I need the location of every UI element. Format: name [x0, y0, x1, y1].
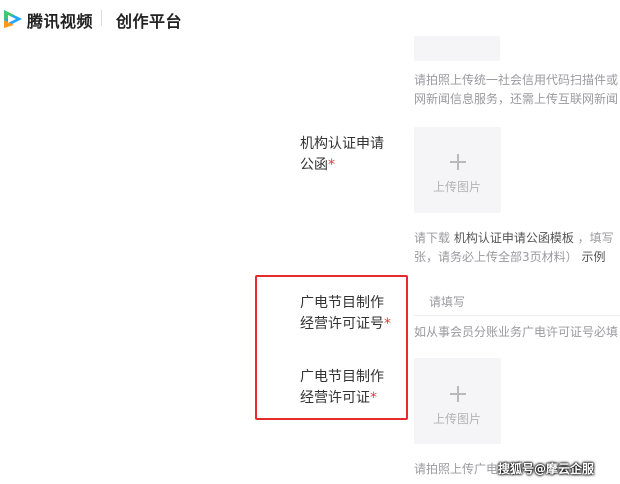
plus-icon — [450, 154, 466, 170]
watermark: 搜狐号@摩云企服 — [498, 462, 595, 476]
tencent-video-logo-icon[interactable] — [2, 8, 24, 30]
previous-field-hint-line1: 请拍照上传统一社会信用代码扫描件或 — [414, 73, 619, 87]
license-image-hint: 请拍照上传广电 — [414, 462, 499, 476]
license-image-upload-box[interactable]: 上传图片 — [414, 358, 501, 444]
license-number-field[interactable] — [414, 288, 620, 316]
license-image-label-line1: 广电节目制作 — [300, 369, 384, 385]
org-letter-hint-line2: 张，请务必上传全部3页材料） 示例 — [414, 247, 605, 267]
org-letter-hint-prefix: 请下载 — [414, 231, 454, 245]
license-number-input[interactable] — [414, 288, 619, 315]
previous-field-hint-line2: 网新闻信息服务，还需上传互联网新闻 — [414, 92, 619, 106]
license-number-label-line1: 广电节目制作 — [300, 295, 384, 311]
upload-image-label: 上传图片 — [433, 412, 482, 426]
platform-name[interactable]: 创作平台 — [116, 8, 182, 32]
license-image-label-line2: 经营许可证 — [300, 390, 370, 406]
plus-icon — [450, 386, 466, 402]
top-header: 腾讯视频 创作平台 — [0, 0, 620, 36]
org-letter-label: 机构认证申请 公函* — [300, 134, 384, 176]
org-letter-label-line2: 公函 — [300, 157, 328, 173]
license-image-label: 广电节目制作 经营许可证* — [300, 367, 384, 409]
org-letter-template-link[interactable]: 机构认证申请公函模板 — [454, 231, 574, 245]
upload-image-label: 上传图片 — [433, 180, 482, 194]
example-link[interactable]: 示例 — [581, 250, 605, 264]
license-number-label: 广电节目制作 经营许可证号* — [300, 293, 391, 335]
org-letter-hint-suffix: ，填写 — [573, 231, 614, 245]
license-number-hint: 如从事会员分账业务广电许可证号必填 — [414, 325, 619, 339]
org-letter-hint-line1: 请下载 机构认证申请公函模板 ，填写 — [414, 228, 614, 248]
brand-name[interactable]: 腾讯视频 — [27, 8, 93, 32]
required-mark: * — [328, 157, 335, 173]
org-letter-label-line1: 机构认证申请 — [300, 136, 384, 152]
org-letter-hint2-text: 张，请务必上传全部3页材料） — [414, 250, 582, 264]
license-number-label-line2: 经营许可证号 — [300, 316, 384, 332]
header-divider — [101, 10, 102, 26]
required-mark: * — [384, 316, 391, 332]
required-mark: * — [370, 390, 377, 406]
org-letter-upload-box[interactable]: 上传图片 — [414, 127, 501, 213]
previous-upload-box[interactable] — [414, 36, 500, 61]
